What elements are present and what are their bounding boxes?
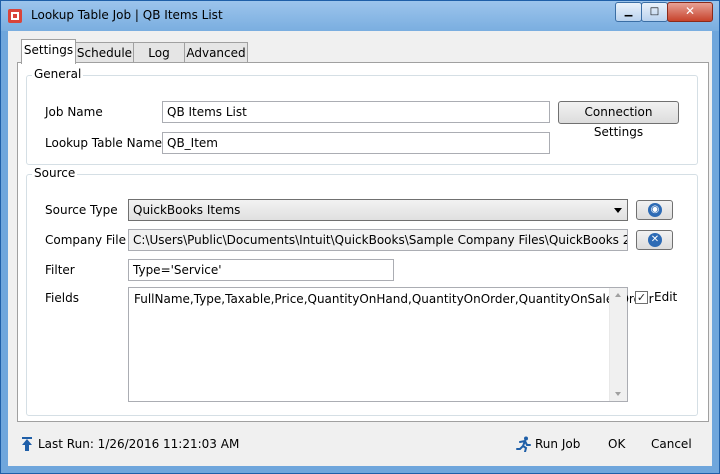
scroll-up-icon[interactable] (615, 293, 621, 297)
source-settings-button[interactable]: ◉ (636, 200, 673, 220)
fields-label: Fields (45, 291, 79, 305)
title-bar[interactable]: Lookup Table Job | QB Items List ▁ □ ✕ (1, 1, 719, 31)
x-circle-icon: ✕ (648, 233, 662, 247)
tab-settings[interactable]: Settings (21, 39, 76, 64)
general-group-title: General (32, 67, 84, 81)
cancel-button[interactable]: Cancel (651, 437, 692, 451)
close-button[interactable]: ✕ (667, 2, 713, 22)
tab-log[interactable]: Log (133, 42, 185, 64)
last-run-text: Last Run: 1/26/2016 11:21:03 AM (38, 437, 240, 451)
filter-input[interactable]: Type='Service' (128, 259, 394, 281)
job-name-label: Job Name (45, 105, 103, 119)
lookup-table-name-input[interactable]: QB_Item (162, 132, 550, 154)
edit-checkbox[interactable]: ✓ (635, 291, 648, 304)
dialog-client-area: Settings Schedule Log Advanced General J… (8, 31, 712, 466)
connection-settings-button[interactable]: Connection Settings (558, 101, 679, 139)
lookup-table-name-label: Lookup Table Name (45, 136, 163, 150)
edit-checkbox-label: Edit (654, 290, 678, 304)
maximize-button[interactable]: □ (641, 2, 668, 22)
window-title: Lookup Table Job | QB Items List (31, 8, 223, 22)
tab-advanced[interactable]: Advanced (184, 42, 248, 64)
minimize-button[interactable]: ▁ (615, 2, 642, 22)
runner-icon[interactable] (516, 436, 532, 452)
tab-schedule[interactable]: Schedule (75, 42, 134, 64)
source-type-select[interactable]: QuickBooks Items (128, 199, 628, 221)
upload-arrow-icon (22, 437, 32, 451)
company-file-input[interactable]: C:\Users\Public\Documents\Intuit\QuickBo… (128, 229, 628, 251)
company-file-label: Company File (45, 233, 126, 247)
source-type-value: QuickBooks Items (133, 203, 241, 217)
source-type-label: Source Type (45, 203, 118, 217)
ok-button[interactable]: OK (608, 437, 625, 451)
source-group-title: Source (32, 166, 78, 180)
eye-circle-icon: ◉ (648, 203, 662, 217)
chevron-down-icon (614, 208, 622, 213)
fields-value: FullName,Type,Taxable,Price,QuantityOnHa… (134, 292, 654, 306)
fields-scrollbar[interactable] (609, 288, 627, 401)
settings-panel: General Job Name QB Items List Connectio… (17, 62, 709, 422)
scroll-down-icon[interactable] (615, 392, 621, 396)
fields-textarea[interactable]: FullName,Type,Taxable,Price,QuantityOnHa… (128, 287, 654, 402)
filter-label: Filter (45, 263, 75, 277)
run-job-button[interactable]: Run Job (535, 437, 580, 451)
app-logo-icon (8, 9, 22, 23)
clear-company-file-button[interactable]: ✕ (636, 230, 673, 250)
job-name-input[interactable]: QB Items List (162, 101, 550, 123)
dialog-window: Lookup Table Job | QB Items List ▁ □ ✕ S… (0, 0, 720, 474)
